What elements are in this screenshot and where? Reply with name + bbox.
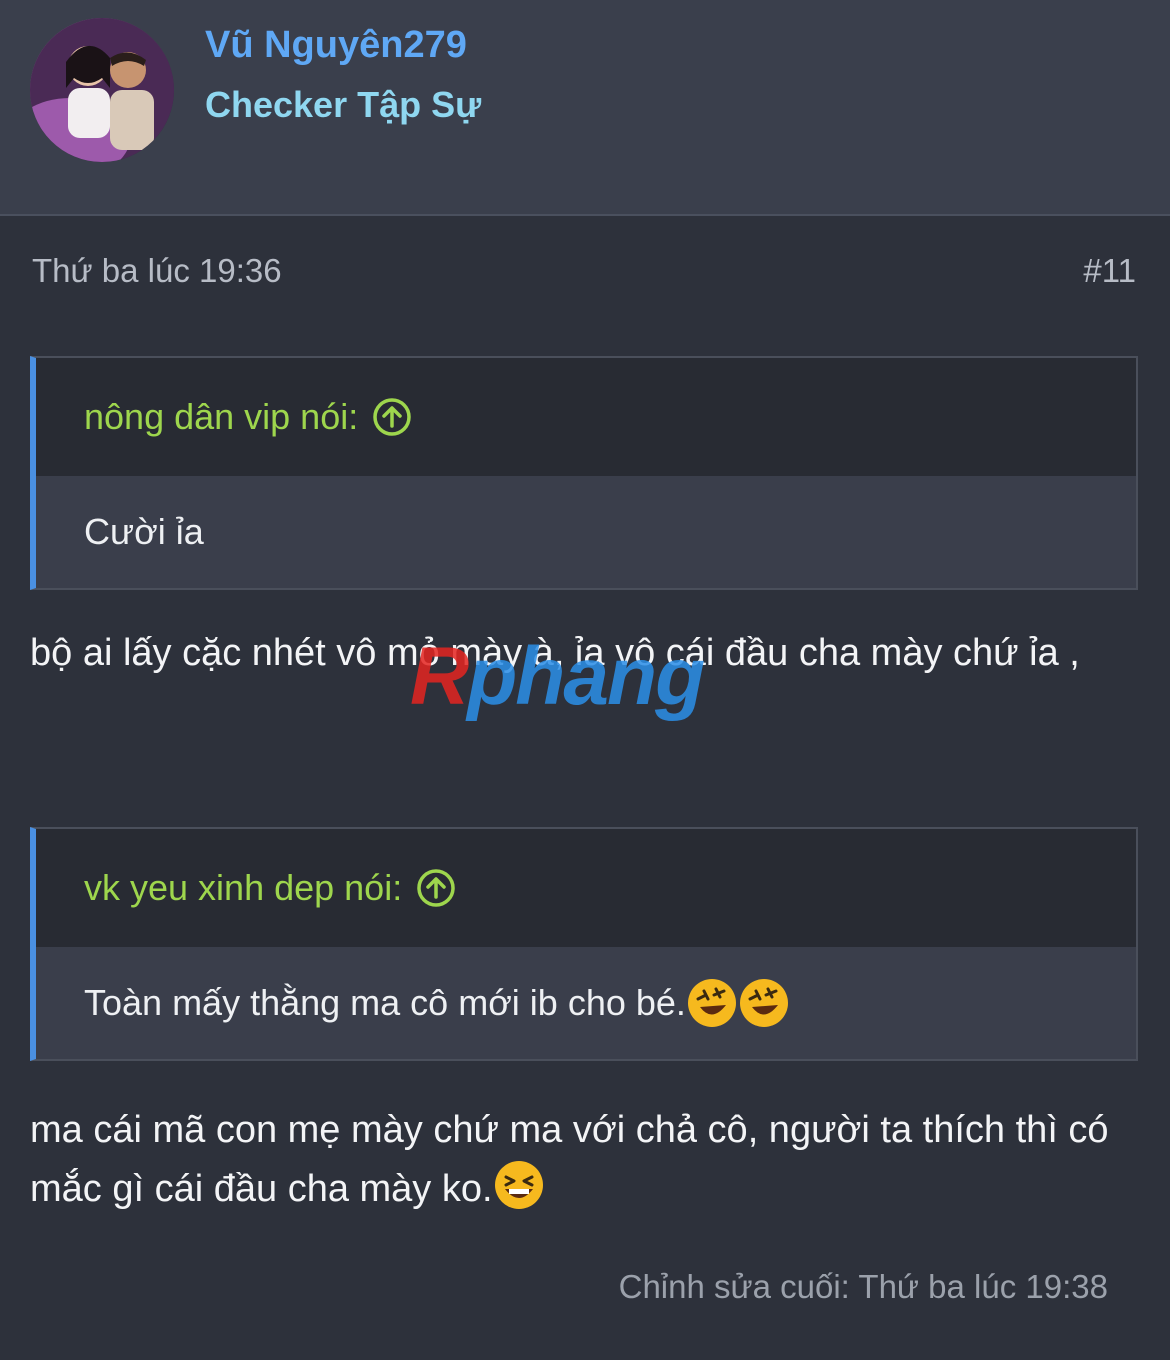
rofl-emoji-icon bbox=[687, 979, 736, 1027]
circle-arrow-up-icon[interactable] bbox=[372, 397, 412, 437]
grin-emoji-icon bbox=[494, 1161, 543, 1209]
quote-header: vk yeu xinh dep nói: bbox=[36, 829, 1136, 947]
edited-note: Chỉnh sửa cuối: Thứ ba lúc 19:38 bbox=[618, 1268, 1108, 1305]
user-title: Checker Tập Sự bbox=[205, 84, 482, 125]
user-header: Vũ Nguyên279 Checker Tập Sự bbox=[0, 0, 1170, 216]
quote-body: Toàn mấy thằng ma cô mới ib cho bé. bbox=[36, 947, 1136, 1059]
post-date[interactable]: Thứ ba lúc 19:36 bbox=[32, 252, 282, 290]
rofl-emoji-icon bbox=[739, 979, 788, 1027]
quote-block: nông dân vip nói: Cười ỉa bbox=[30, 356, 1138, 590]
reply-body: ma cái mã con mẹ mày chứ ma với chả cô, … bbox=[30, 1101, 1130, 1218]
post-number[interactable]: #11 bbox=[1083, 252, 1136, 290]
quote-block: vk yeu xinh dep nói: Toàn mấy thằng ma c… bbox=[30, 827, 1138, 1061]
quote-text: Cười ỉa bbox=[84, 511, 204, 552]
quote-author[interactable]: vk yeu xinh dep nói: bbox=[84, 867, 402, 909]
quote-author[interactable]: nông dân vip nói: bbox=[84, 396, 358, 438]
quote-header: nông dân vip nói: bbox=[36, 358, 1136, 476]
username[interactable]: Vũ Nguyên279 bbox=[205, 24, 467, 67]
reply-text: ma cái mã con mẹ mày chứ ma với chả cô, … bbox=[30, 1109, 1109, 1210]
quote-text: Toàn mấy thằng ma cô mới ib cho bé. bbox=[84, 982, 686, 1023]
watermark-logo: Rphang bbox=[410, 631, 705, 722]
avatar[interactable] bbox=[30, 18, 174, 162]
circle-arrow-up-icon[interactable] bbox=[416, 868, 456, 908]
